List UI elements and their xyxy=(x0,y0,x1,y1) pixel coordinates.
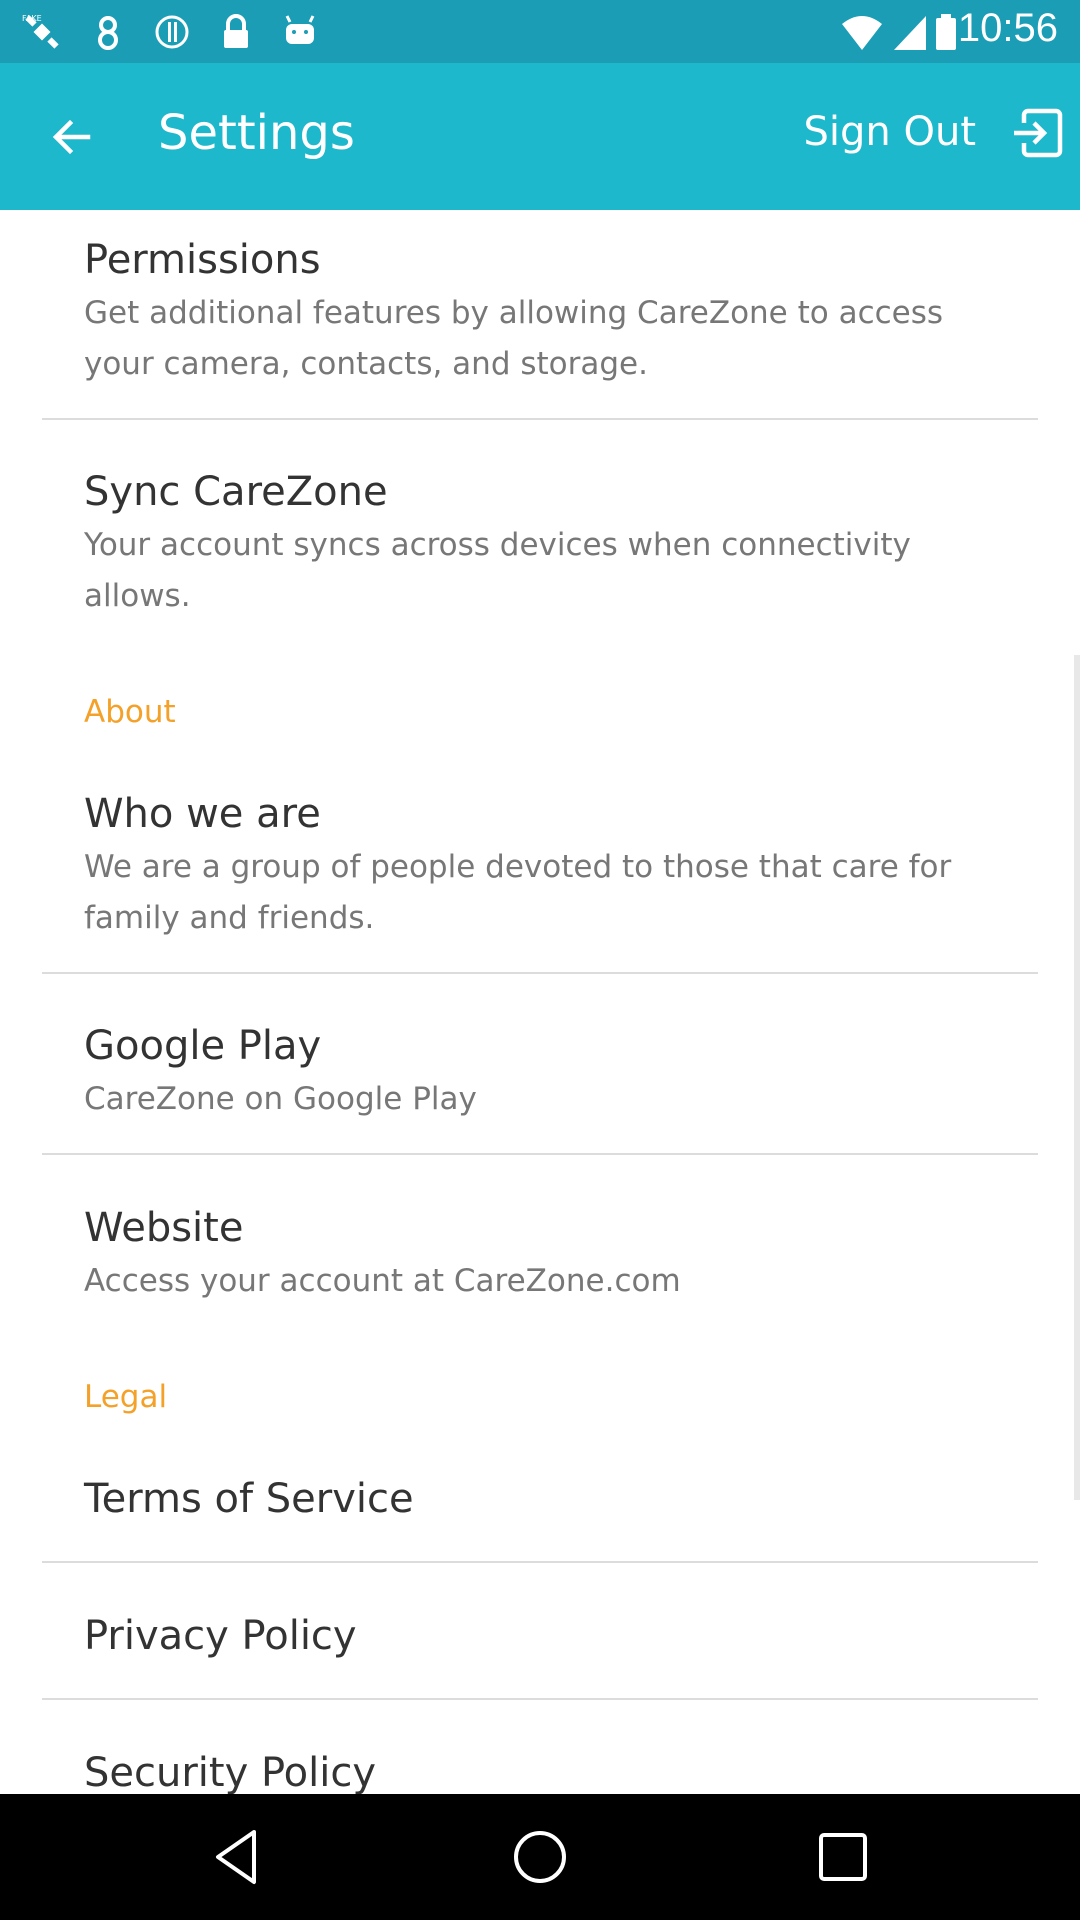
subtitle-line: We are a group of people devoted to thos… xyxy=(84,849,952,885)
divider xyxy=(42,1153,1038,1155)
item-title: Sync CareZone xyxy=(84,469,388,515)
sign-out-button[interactable]: Sign Out xyxy=(804,109,976,155)
notification-icon xyxy=(98,16,118,50)
signal-icon xyxy=(894,16,926,50)
status-bar: FAKE 10:56 xyxy=(0,0,1080,63)
section-header-legal: Legal xyxy=(84,1379,168,1415)
subtitle-line: family and friends. xyxy=(84,900,375,936)
sync-item[interactable]: Sync CareZone Your account syncs across … xyxy=(84,468,984,622)
app-bar: Settings Sign Out xyxy=(0,63,1080,210)
security-item[interactable]: Security Policy xyxy=(84,1749,984,1794)
item-title: Permissions xyxy=(84,237,321,283)
arrow-left-icon xyxy=(52,119,91,155)
item-title: Website xyxy=(84,1205,244,1251)
item-subtitle: Get additional features by allowing Care… xyxy=(84,288,984,390)
google-play-item[interactable]: Google Play CareZone on Google Play xyxy=(84,1022,984,1125)
back-triangle-icon[interactable] xyxy=(204,1824,270,1890)
subtitle-line: Get additional features by allowing Care… xyxy=(84,295,944,331)
divider xyxy=(42,1561,1038,1563)
subtitle-line: your camera, contacts, and storage. xyxy=(84,346,648,382)
page-title: Settings xyxy=(158,105,355,161)
divider xyxy=(42,1698,1038,1700)
item-subtitle: Access your account at CareZone.com xyxy=(84,1263,681,1299)
subtitle-line: Your account syncs across devices when c… xyxy=(84,527,911,563)
item-subtitle: We are a group of people devoted to thos… xyxy=(84,842,984,944)
battery-icon xyxy=(936,14,956,50)
item-title: Security Policy xyxy=(84,1750,377,1794)
back-button[interactable] xyxy=(36,101,108,173)
permissions-item[interactable]: Permissions Get additional features by a… xyxy=(84,236,984,390)
exit-icon[interactable] xyxy=(1006,103,1066,163)
info-icon xyxy=(155,15,189,49)
item-title: Privacy Policy xyxy=(84,1613,357,1659)
clock: 10:56 xyxy=(957,6,1058,50)
website-item[interactable]: Website Access your account at CareZone.… xyxy=(84,1204,984,1307)
item-subtitle: Your account syncs across devices when c… xyxy=(84,520,984,622)
section-header-about: About xyxy=(84,694,176,730)
scrollbar[interactable] xyxy=(1074,655,1080,1500)
svg-text:FAKE: FAKE xyxy=(22,14,42,23)
divider xyxy=(42,418,1038,420)
recents-square-icon[interactable] xyxy=(810,1824,876,1890)
who-we-are-item[interactable]: Who we are We are a group of people devo… xyxy=(84,790,984,944)
divider xyxy=(42,972,1038,974)
lock-icon xyxy=(224,14,248,48)
android-icon xyxy=(285,15,315,44)
item-title: Google Play xyxy=(84,1023,322,1069)
wifi-icon xyxy=(842,16,882,50)
terms-item[interactable]: Terms of Service xyxy=(84,1475,984,1523)
settings-list: Permissions Get additional features by a… xyxy=(0,210,1080,1794)
privacy-item[interactable]: Privacy Policy xyxy=(84,1612,984,1660)
item-title: Terms of Service xyxy=(84,1476,414,1522)
item-subtitle: CareZone on Google Play xyxy=(84,1081,477,1117)
item-title: Who we are xyxy=(84,791,321,837)
fake-gps-icon: FAKE xyxy=(22,14,59,49)
navigation-bar xyxy=(0,1794,1080,1920)
subtitle-line: allows. xyxy=(84,578,191,614)
home-circle-icon[interactable] xyxy=(507,1824,573,1890)
